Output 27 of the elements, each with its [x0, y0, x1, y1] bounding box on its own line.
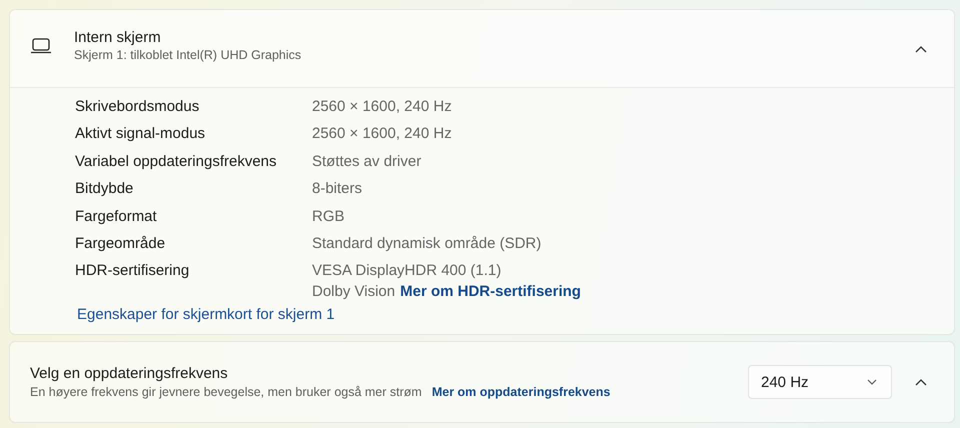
property-value: Støttes av driver [312, 152, 422, 170]
property-label: HDR-sertifisering [75, 262, 190, 280]
property-value: RGB [312, 208, 345, 225]
adapter-properties-link[interactable]: Egenskaper for skjermkort for skjerm 1 [77, 306, 335, 324]
setting-description: En høyere frekvens gir jevnere bevegelse, men bruker også mer strøm [30, 385, 422, 400]
refresh-rate-dropdown[interactable]: 240 Hz [748, 365, 892, 400]
info-link[interactable]: Mer om HDR-sertifisering [400, 283, 581, 300]
chevron-icon [915, 378, 927, 386]
property-label: Fargeformat [75, 208, 158, 225]
property-value: VESA DisplayHDR 400 (1.1) [312, 262, 502, 280]
property-label: Aktivt signal-modus [75, 125, 206, 142]
chevron-icon [915, 44, 927, 52]
info-link[interactable]: Mer om oppdateringsfrekvens [432, 385, 610, 400]
property-value: 8-biters [312, 180, 362, 198]
property-value: 2560 × 1600, 240 Hz [312, 125, 452, 142]
property-value: 2560 × 1600, 240 Hz [312, 98, 452, 115]
card-title: Intern skjerm [74, 29, 162, 46]
laptop-icon [30, 38, 52, 54]
property-label: Skrivebordsmodus [75, 98, 200, 115]
property-label: Variabel oppdateringsfrekvens [75, 152, 278, 170]
property-label: Bitdybde [75, 180, 134, 198]
card-subtitle: Skjerm 1: tilkoblet Intel(R) UHD Graphics [74, 48, 302, 62]
property-value: Standard dynamisk område (SDR) [312, 234, 542, 252]
property-label: Fargeområde [75, 234, 166, 252]
chevron-icon [867, 379, 877, 386]
property-value: Dolby Vision [312, 283, 396, 300]
setting-title: Velg en oppdateringsfrekvens [30, 365, 229, 382]
